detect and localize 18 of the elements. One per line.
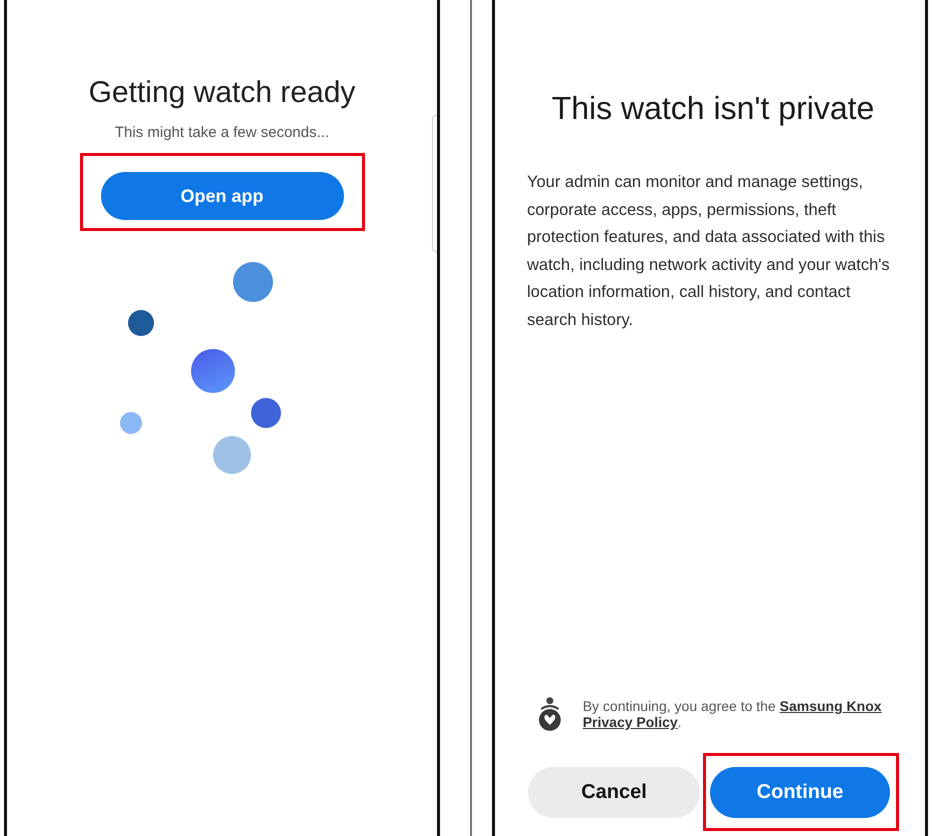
secondary-button[interactable]: Cancel (528, 766, 700, 818)
dot-icon (251, 398, 281, 428)
screen-title: Getting watch ready (88, 76, 356, 110)
dot-icon (191, 349, 235, 393)
edge-handle[interactable] (432, 115, 437, 252)
screen-title: This watch isn't private (550, 89, 876, 127)
screen-subtitle: This might take a few seconds... (114, 124, 330, 142)
dot-icon (233, 262, 273, 302)
primary-button[interactable]: Open app (100, 172, 344, 220)
privacy-policy-link[interactable]: Samsung Knox (780, 698, 882, 714)
person-heart-icon (537, 697, 563, 731)
dot-icon (128, 310, 154, 336)
dot-icon (120, 412, 142, 434)
dot-icon (213, 436, 251, 474)
notice-paragraph: Your admin can monitor and manage settings, corporate access, apps, permissions, theft protection features, and data associated with this watch, including network activity and your watch's location information, call history, and contact search history. (527, 172, 891, 330)
consent-text: By continuing, you agree to the Samsung Knox Privacy Policy. (582, 698, 883, 730)
privacy-policy-link[interactable]: Privacy Policy (582, 714, 678, 730)
primary-button[interactable]: Continue (710, 767, 890, 818)
